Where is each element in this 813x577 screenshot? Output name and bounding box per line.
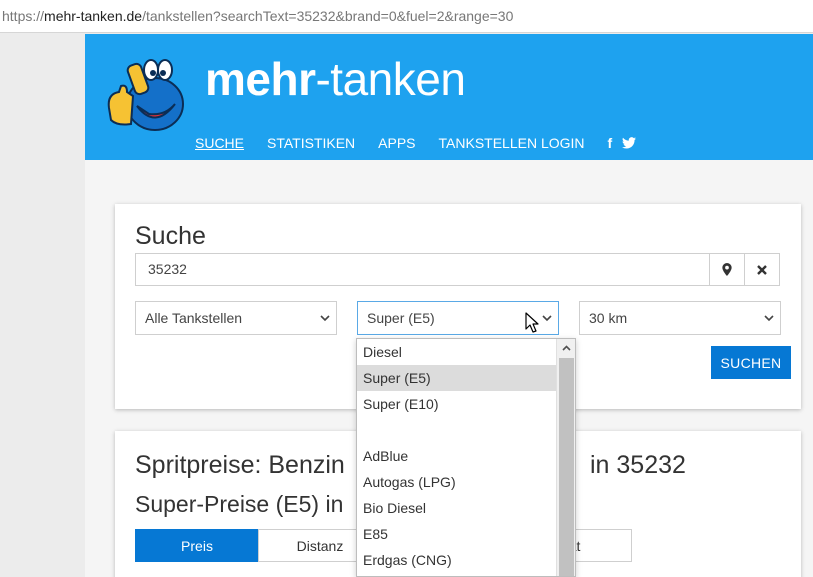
fuel-dropdown-list[interactable]: Diesel Super (E5) Super (E10) AdBlue Aut… (356, 338, 576, 577)
address-bar[interactable]: https://mehr-tanken.de/tankstellen?searc… (0, 0, 813, 33)
site-logo-text[interactable]: mehr-tanken (205, 52, 466, 106)
fuel-option-bio-diesel[interactable]: Bio Diesel (357, 495, 557, 521)
url-path: /tankstellen?searchText=35232&brand=0&fu… (142, 8, 514, 24)
url-scheme: https:// (2, 8, 45, 24)
chevron-down-icon (320, 315, 330, 322)
scroll-up-icon[interactable] (557, 339, 575, 357)
fuel-option-super-e5[interactable]: Super (E5) (357, 365, 557, 391)
facebook-icon[interactable]: f (608, 135, 613, 151)
fuel-select-value: Super (E5) (367, 310, 435, 326)
chevron-down-icon (542, 315, 552, 322)
mascot-logo-icon[interactable] (103, 46, 193, 136)
tab-preis[interactable]: Preis (135, 529, 259, 562)
fuel-option-e85[interactable]: E85 (357, 521, 557, 547)
mouse-cursor-icon (525, 312, 539, 333)
nav-item-tankstellen-login[interactable]: TANKSTELLEN LOGIN (439, 135, 585, 151)
fuel-option-diesel[interactable]: Diesel (357, 339, 557, 365)
brand-bold: mehr (205, 53, 316, 105)
nav-item-suche[interactable]: SUCHE (195, 135, 244, 151)
fuel-option-autogas[interactable]: Autogas (LPG) (357, 469, 557, 495)
brand-select[interactable]: Alle Tankstellen (135, 301, 337, 335)
map-marker-icon (722, 263, 732, 276)
fuel-option-erdgas[interactable]: Erdgas (CNG) (357, 547, 557, 573)
search-button[interactable]: SUCHEN (711, 346, 791, 379)
locate-button[interactable] (709, 253, 745, 286)
site-header: mehr-tanken SUCHE STATISTIKEN APPS TANKS… (85, 34, 813, 160)
main-nav: SUCHE STATISTIKEN APPS TANKSTELLEN LOGIN… (195, 135, 637, 151)
brand-rest: -tanken (315, 53, 466, 105)
nav-item-apps[interactable]: APPS (378, 135, 415, 151)
scrollbar-thumb[interactable] (559, 358, 574, 576)
url-host: mehr-tanken.de (44, 8, 143, 24)
postal-code-input[interactable]: 35232 (135, 253, 710, 286)
range-select[interactable]: 30 km (579, 301, 781, 335)
results-title: Spritpreise: Benzin in 35232 (135, 451, 686, 480)
fuel-option-separator (357, 417, 557, 443)
fuel-options: Diesel Super (E5) Super (E10) AdBlue Aut… (357, 339, 557, 573)
results-title-left: Spritpreise: Benzin (135, 451, 345, 479)
twitter-icon[interactable] (622, 137, 637, 149)
range-select-value: 30 km (589, 310, 628, 326)
dropdown-scrollbar[interactable] (556, 339, 575, 576)
brand-select-value: Alle Tankstellen (145, 310, 243, 326)
search-title: Suche (135, 222, 206, 250)
results-title-right: in 35232 (590, 451, 686, 479)
close-icon (757, 264, 767, 275)
fuel-option-super-e10[interactable]: Super (E10) (357, 391, 557, 417)
chevron-down-icon (764, 315, 774, 322)
results-subtitle: Super-Preise (E5) in (135, 491, 344, 517)
fuel-option-adblue[interactable]: AdBlue (357, 443, 557, 469)
clear-button[interactable] (744, 253, 780, 286)
nav-item-statistiken[interactable]: STATISTIKEN (267, 135, 355, 151)
